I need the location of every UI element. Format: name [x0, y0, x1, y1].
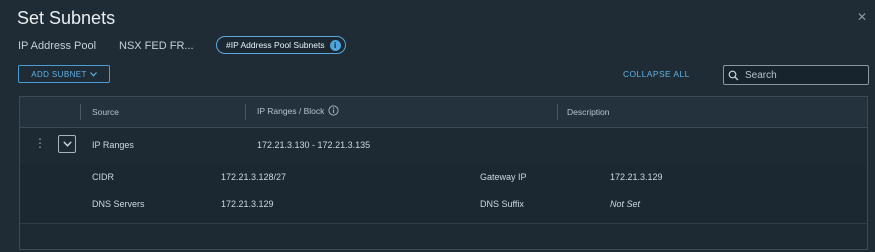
search-input[interactable] [743, 68, 867, 82]
dns-servers-label: DNS Servers [92, 199, 145, 209]
search-field[interactable] [723, 65, 869, 85]
add-subnet-button[interactable]: ADD SUBNET [18, 65, 110, 83]
gateway-label: Gateway IP [480, 172, 527, 182]
column-header-ip-ranges[interactable]: IP Ranges / Block [257, 105, 340, 116]
pool-name[interactable]: NSX FED FR... [119, 40, 194, 52]
cidr-value: 172.21.3.128/27 [221, 172, 287, 182]
dialog-title: Set Subnets [17, 8, 116, 28]
collapse-all-button[interactable]: COLLAPSE ALL [623, 69, 690, 79]
dns-servers-value: 172.21.3.129 [221, 199, 274, 209]
info-icon[interactable]: i [329, 39, 341, 51]
column-divider [80, 104, 81, 120]
chevron-down-icon [62, 141, 72, 147]
add-subnet-label: ADD SUBNET [31, 69, 87, 79]
source-cell: IP Ranges [92, 140, 134, 150]
row-expander[interactable] [58, 135, 76, 153]
search-icon [728, 70, 739, 80]
info-circle-icon[interactable] [328, 105, 340, 116]
column-header-description[interactable]: Description [567, 107, 610, 117]
cidr-label: CIDR [92, 172, 114, 182]
pool-subnets-label: #IP Address Pool Subnets [226, 40, 325, 50]
dns-suffix-value: Not Set [610, 199, 641, 209]
more-actions-icon[interactable]: ⋮ [34, 137, 46, 149]
column-divider [557, 104, 558, 120]
table-footer [20, 223, 867, 250]
close-icon[interactable]: ✕ [857, 10, 867, 24]
dns-suffix-label: DNS Suffix [480, 199, 524, 209]
ip-ranges-header-label: IP Ranges / Block [257, 105, 325, 116]
ip-ranges-cell: 172.21.3.130 - 172.21.3.135 [257, 140, 371, 150]
row-details: CIDR 172.21.3.128/27 Gateway IP 172.21.3… [20, 163, 867, 223]
table-row: ⋮ IP Ranges 172.21.3.130 - 172.21.3.135 [20, 127, 867, 164]
set-subnets-dialog: Set Subnets ✕ IP Address Pool NSX FED FR… [0, 0, 875, 252]
chevron-down-icon [89, 71, 97, 77]
subnets-table: Source IP Ranges / Block Description ⋮ I… [19, 96, 868, 250]
pool-label: IP Address Pool [18, 40, 97, 52]
pool-subnets-pill[interactable]: #IP Address Pool Subnets i [216, 36, 346, 54]
column-header-source[interactable]: Source [92, 107, 119, 117]
column-divider [245, 104, 246, 120]
table-header: Source IP Ranges / Block Description [20, 97, 867, 128]
gateway-value: 172.21.3.129 [610, 172, 663, 182]
